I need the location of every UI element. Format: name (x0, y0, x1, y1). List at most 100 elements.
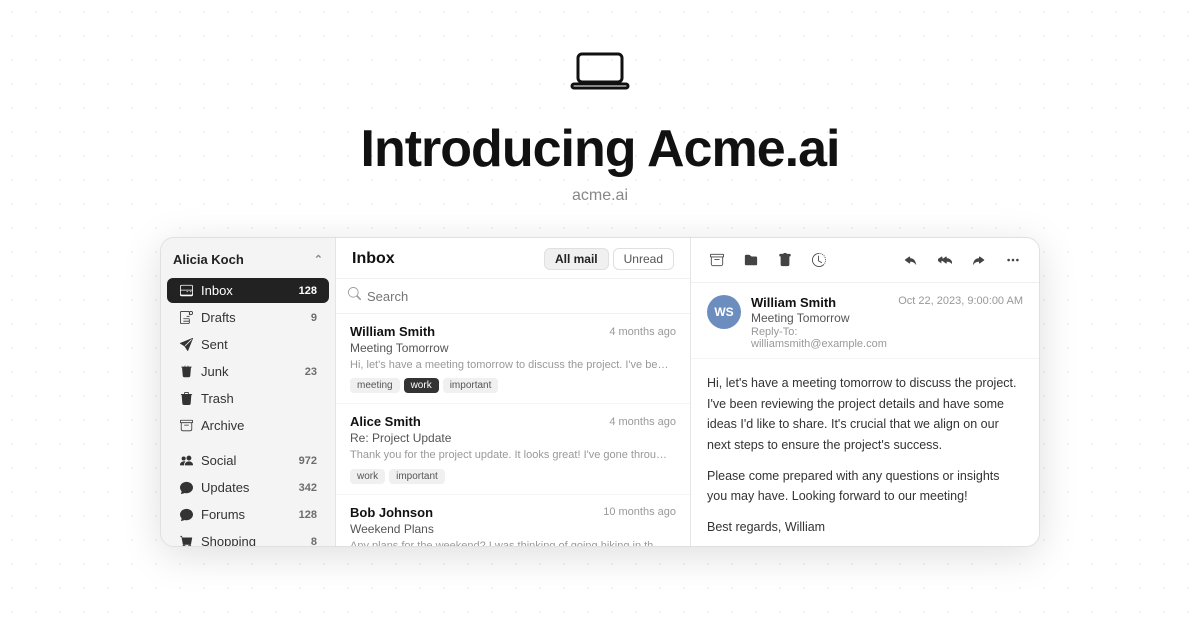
drafts-label: Drafts (201, 310, 303, 325)
detail-timestamp: Oct 22, 2023, 9:00:00 AM (898, 295, 1023, 307)
snooze-button[interactable] (805, 246, 833, 274)
inbox-icon (179, 284, 193, 298)
email-list-header: Inbox All mail Unread (336, 238, 690, 279)
email-time-1: 4 months ago (609, 326, 676, 338)
search-input[interactable] (367, 289, 678, 304)
body-paragraph-2: Please come prepared with any questions … (707, 466, 1023, 507)
email-subject-3: Weekend Plans (350, 522, 676, 536)
email-sender-3: Bob Johnson (350, 505, 433, 520)
social-label: Social (201, 453, 291, 468)
filter-all-mail[interactable]: All mail (544, 248, 609, 270)
forums-icon (179, 508, 193, 522)
sidebar-item-shopping[interactable]: Shopping 8 (167, 529, 329, 547)
email-detail-panel: WS William Smith Meeting Tomorrow Reply-… (691, 238, 1039, 546)
shopping-icon (179, 535, 193, 548)
junk-badge: 23 (305, 366, 317, 378)
email-time-2: 4 months ago (609, 416, 676, 428)
email-item-2[interactable]: Alice Smith 4 months ago Re: Project Upd… (336, 404, 690, 494)
body-paragraph-1: Hi, let's have a meeting tomorrow to dis… (707, 373, 1023, 456)
email-sender-2: Alice Smith (350, 414, 421, 429)
sidebar-item-drafts[interactable]: Drafts 9 (167, 305, 329, 330)
email-time-3: 10 months ago (603, 506, 676, 518)
trash-icon (179, 392, 193, 406)
sent-icon (179, 338, 193, 352)
email-toolbar (691, 238, 1039, 283)
sidebar-item-updates[interactable]: Updates 342 (167, 475, 329, 500)
email-tags-1: meeting work important (350, 378, 676, 393)
junk-icon (179, 365, 193, 379)
hero-title: Introducing Acme.ai (361, 119, 840, 179)
email-subject-2: Re: Project Update (350, 431, 676, 445)
sidebar-item-sent[interactable]: Sent (167, 332, 329, 357)
move-button[interactable] (737, 246, 765, 274)
archive-button[interactable] (703, 246, 731, 274)
chevron-up-down-icon: ⌃ (314, 253, 323, 266)
detail-reply-to: Reply-To: williamsmith@example.com (751, 326, 888, 350)
email-sender-1: William Smith (350, 324, 435, 339)
sent-label: Sent (201, 337, 309, 352)
sidebar-item-junk[interactable]: Junk 23 (167, 359, 329, 384)
detail-sender-name: William Smith (751, 295, 888, 310)
hero-subtitle: acme.ai (572, 187, 628, 205)
email-tag-work-2: work (350, 469, 385, 484)
email-detail-meta: WS William Smith Meeting Tomorrow Reply-… (691, 283, 1039, 359)
laptop-icon (570, 48, 630, 103)
trash-label: Trash (201, 391, 309, 406)
delete-button[interactable] (771, 246, 799, 274)
email-preview-3: Any plans for the weekend? I was thinkin… (350, 539, 670, 547)
email-tag-meeting: meeting (350, 378, 400, 393)
updates-badge: 342 (299, 482, 317, 494)
sidebar-item-social[interactable]: Social 972 (167, 448, 329, 473)
sidebar-item-archive[interactable]: Archive (167, 413, 329, 438)
email-subject-1: Meeting Tomorrow (350, 341, 676, 355)
filter-unread[interactable]: Unread (613, 248, 674, 270)
social-icon (179, 454, 193, 468)
drafts-icon (179, 311, 193, 325)
search-bar (336, 279, 690, 314)
shopping-label: Shopping (201, 534, 303, 547)
email-detail-info: William Smith Meeting Tomorrow Reply-To:… (751, 295, 888, 350)
archive-icon (179, 419, 193, 433)
more-options-button[interactable] (999, 246, 1027, 274)
email-list-panel: Inbox All mail Unread William Smith 4 mo… (336, 238, 691, 546)
email-tags-2: work important (350, 469, 676, 484)
shopping-badge: 8 (311, 536, 317, 548)
sender-avatar: WS (707, 295, 741, 329)
drafts-badge: 9 (311, 312, 317, 324)
user-name: Alicia Koch (173, 252, 244, 267)
email-preview-2: Thank you for the project update. It loo… (350, 448, 670, 463)
junk-label: Junk (201, 364, 297, 379)
email-tag-work-1: work (404, 378, 439, 393)
email-tag-important-1: important (443, 378, 499, 393)
detail-subject: Meeting Tomorrow (751, 311, 888, 325)
sidebar-item-trash[interactable]: Trash (167, 386, 329, 411)
forums-badge: 128 (299, 509, 317, 521)
reply-all-button[interactable] (931, 246, 959, 274)
sidebar-header-icons: ⌃ (314, 253, 323, 266)
app-window: Alicia Koch ⌃ Inbox 128 Drafts 9 (160, 237, 1040, 547)
social-badge: 972 (299, 455, 317, 467)
updates-icon (179, 481, 193, 495)
forums-label: Forums (201, 507, 291, 522)
email-sender-row: WS William Smith Meeting Tomorrow Reply-… (707, 295, 1023, 350)
reply-button[interactable] (897, 246, 925, 274)
inbox-title: Inbox (352, 250, 395, 268)
avatar-initials: WS (714, 305, 733, 319)
sidebar: Alicia Koch ⌃ Inbox 128 Drafts 9 (161, 238, 336, 546)
email-detail-body: Hi, let's have a meeting tomorrow to dis… (691, 359, 1039, 546)
search-icon (348, 287, 361, 305)
archive-label: Archive (201, 418, 309, 433)
hero-section: Introducing Acme.ai acme.ai (0, 0, 1200, 237)
sidebar-header: Alicia Koch ⌃ (161, 246, 335, 277)
email-preview-1: Hi, let's have a meeting tomorrow to dis… (350, 358, 670, 373)
email-item-1[interactable]: William Smith 4 months ago Meeting Tomor… (336, 314, 690, 404)
sidebar-item-forums[interactable]: Forums 128 (167, 502, 329, 527)
email-list-filters: All mail Unread (544, 248, 674, 270)
inbox-label: Inbox (201, 283, 291, 298)
sidebar-item-inbox[interactable]: Inbox 128 (167, 278, 329, 303)
forward-button[interactable] (965, 246, 993, 274)
email-item-3[interactable]: Bob Johnson 10 months ago Weekend Plans … (336, 495, 690, 547)
body-paragraph-3: Best regards, William (707, 517, 1023, 538)
email-tag-important-2: important (389, 469, 445, 484)
updates-label: Updates (201, 480, 291, 495)
